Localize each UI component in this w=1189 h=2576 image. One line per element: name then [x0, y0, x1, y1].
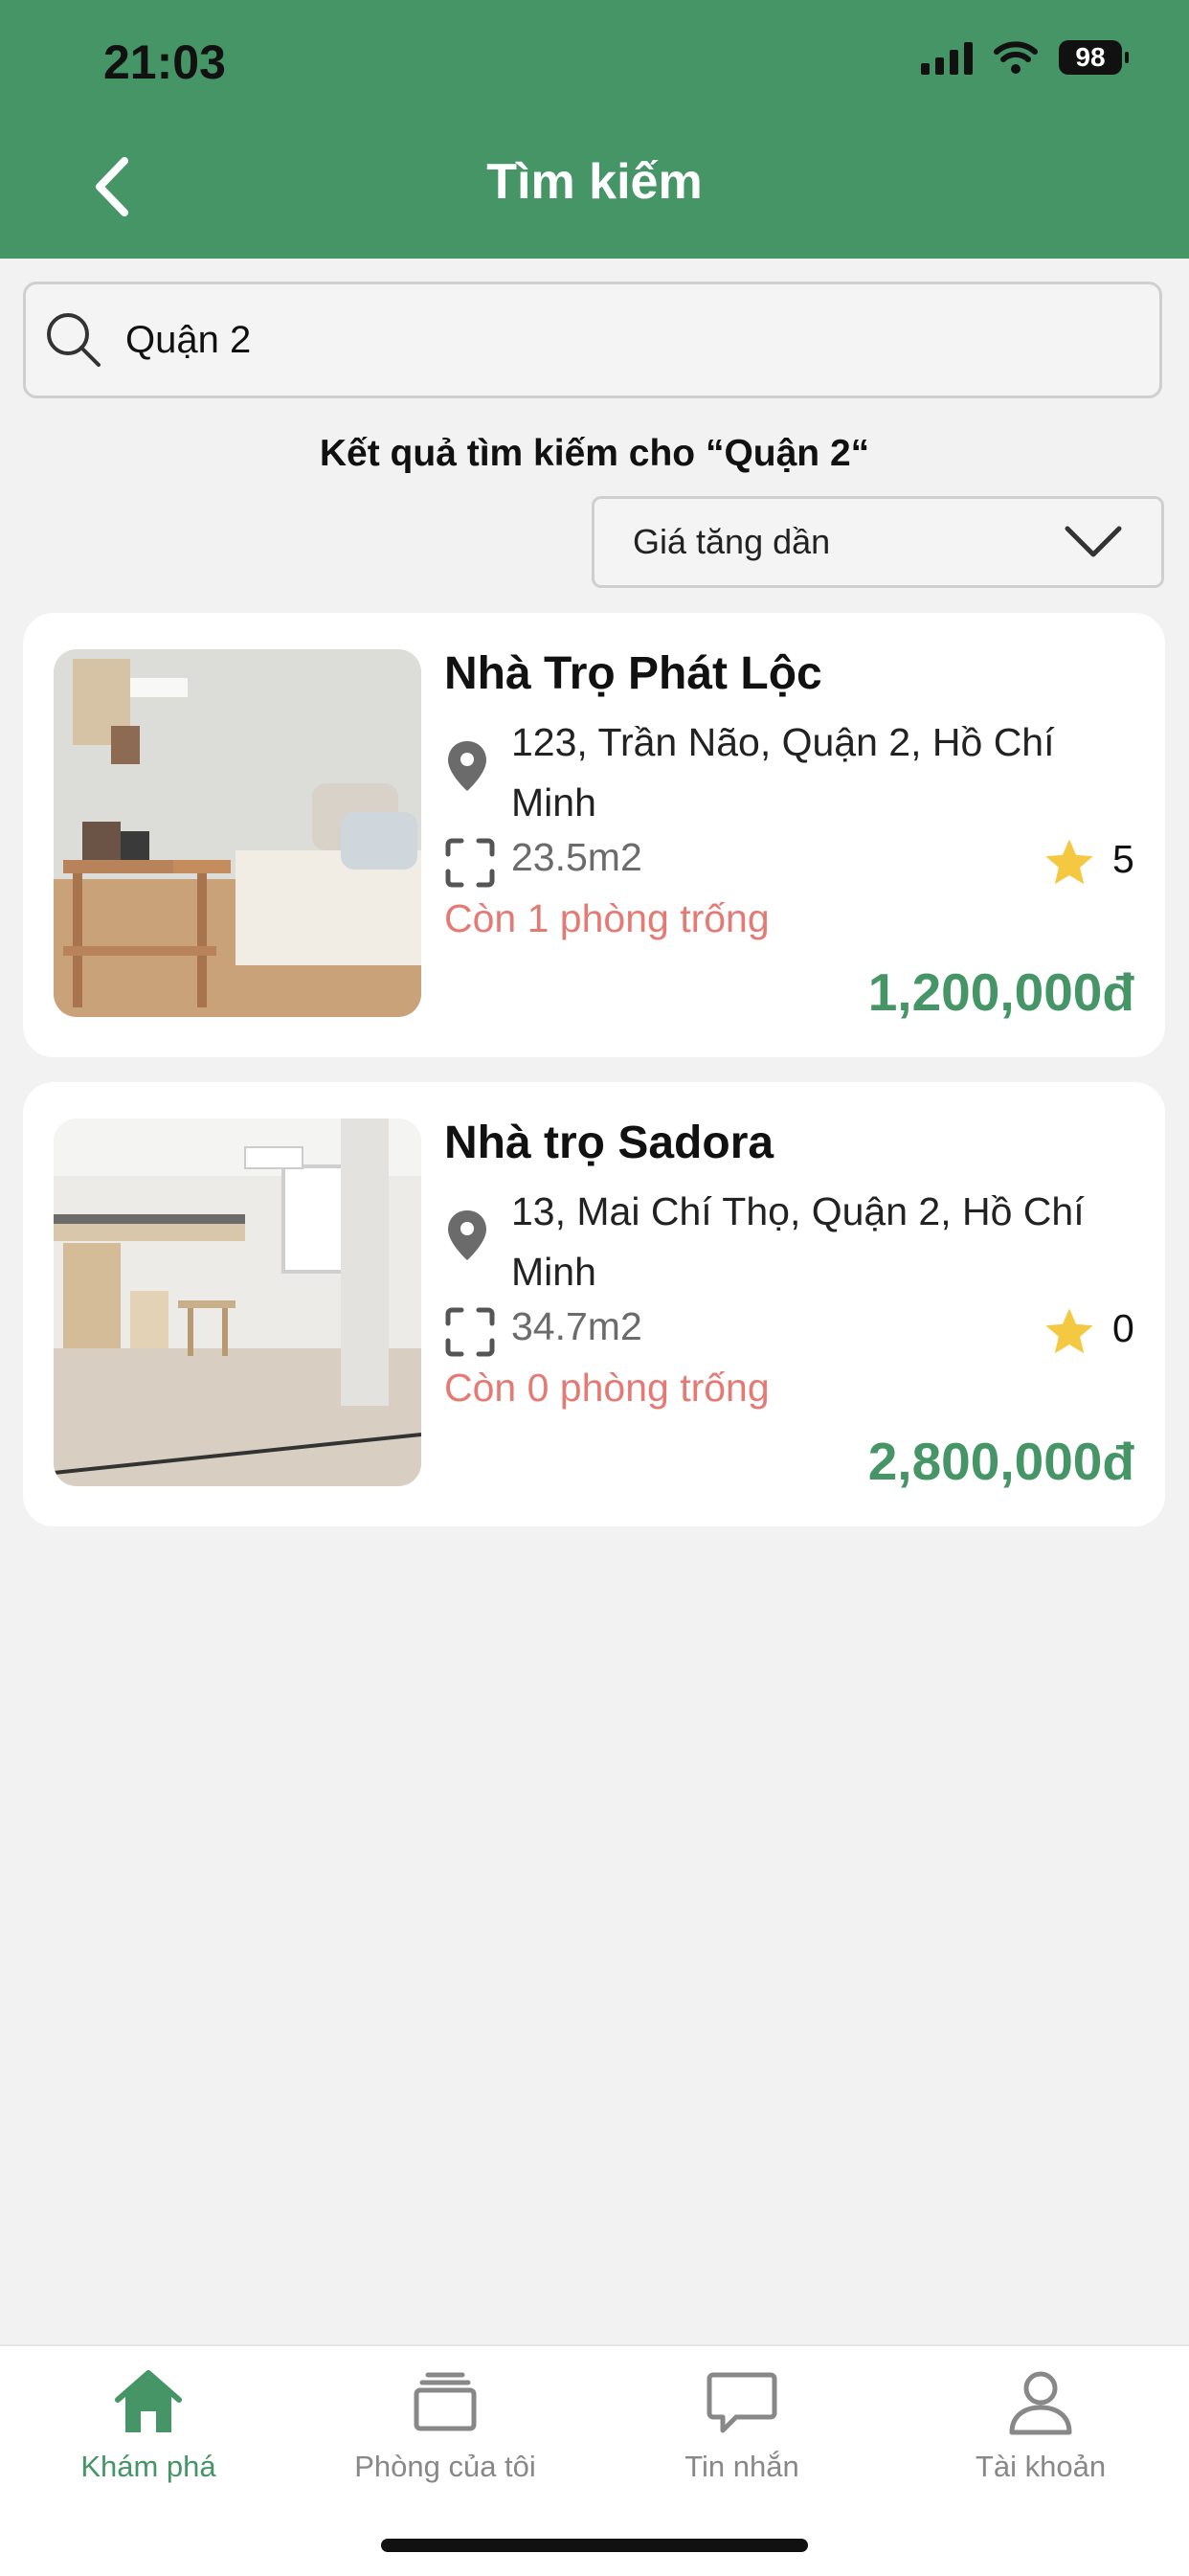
- search-value: Quận 2: [125, 318, 252, 361]
- listing-title: Nhà Trọ Phát Lộc: [444, 648, 822, 699]
- area-icon: [445, 1307, 495, 1357]
- status-icons: 98: [921, 40, 1129, 75]
- home-icon: [115, 2370, 182, 2432]
- location-pin-icon: [448, 1210, 486, 1260]
- tab-label: Phòng của tôi: [354, 2450, 536, 2483]
- tab-explore[interactable]: Khám phá: [0, 2346, 297, 2484]
- page-title: Tìm kiếm: [486, 154, 703, 210]
- tab-messages[interactable]: Tin nhắn: [594, 2346, 890, 2484]
- listing-availability: Còn 0 phòng trống: [444, 1366, 770, 1410]
- listing-availability: Còn 1 phòng trống: [444, 896, 770, 940]
- listing-photo: [54, 1119, 421, 1486]
- sort-dropdown[interactable]: Giá tăng dần: [592, 496, 1164, 588]
- tab-label: Tài khoản: [975, 2450, 1107, 2483]
- user-icon: [1009, 2371, 1072, 2435]
- search-input[interactable]: Quận 2: [23, 282, 1162, 398]
- star-icon: [1045, 1308, 1093, 1354]
- status-time: 21:03: [103, 35, 226, 89]
- area-icon: [445, 838, 495, 888]
- tab-label: Khám phá: [80, 2450, 216, 2483]
- listing-rating: 0: [1112, 1306, 1134, 1350]
- tab-account[interactable]: Tài khoản: [892, 2346, 1189, 2484]
- tab-my-rooms[interactable]: Phòng của tôi: [297, 2346, 594, 2484]
- rooms-icon: [414, 2372, 477, 2431]
- chevron-down-icon: [1065, 526, 1122, 557]
- results-heading: Kết quả tìm kiếm cho “Quận 2“: [319, 433, 870, 474]
- listing-title: Nhà trọ Sadora: [444, 1118, 774, 1168]
- listing-area: 23.5m2: [511, 835, 642, 879]
- tab-label: Tin nhắn: [684, 2450, 799, 2483]
- listing-area: 34.7m2: [511, 1304, 642, 1348]
- sort-selected-label: Giá tăng dần: [633, 522, 831, 561]
- wifi-icon: [994, 41, 1038, 74]
- app-header: 21:03 98 Tìm kiếm: [0, 0, 1189, 259]
- home-indicator: [381, 2539, 808, 2552]
- battery-icon: 98: [1059, 40, 1129, 75]
- search-icon: [47, 313, 101, 367]
- listing-address: 123, Trần Não, Quận 2, Hồ Chí Minh: [511, 720, 1055, 825]
- location-pin-icon: [448, 741, 486, 791]
- listing-address: 13, Mai Chí Thọ, Quận 2, Hồ Chí Minh: [511, 1189, 1085, 1294]
- listing-card[interactable]: Nhà trọ Sadora 13, Mai Chí Thọ, Quận 2, …: [23, 1082, 1165, 1526]
- chat-icon: [707, 2372, 777, 2433]
- cellular-signal-icon: [921, 40, 973, 75]
- listing-rating: 5: [1112, 837, 1134, 881]
- listing-price: 2,800,000đ: [867, 1432, 1134, 1491]
- listing-card[interactable]: Nhà Trọ Phát Lộc 123, Trần Não, Quận 2, …: [23, 613, 1165, 1057]
- listing-photo: [54, 649, 421, 1017]
- star-icon: [1045, 839, 1093, 885]
- listing-price: 1,200,000đ: [867, 962, 1134, 1022]
